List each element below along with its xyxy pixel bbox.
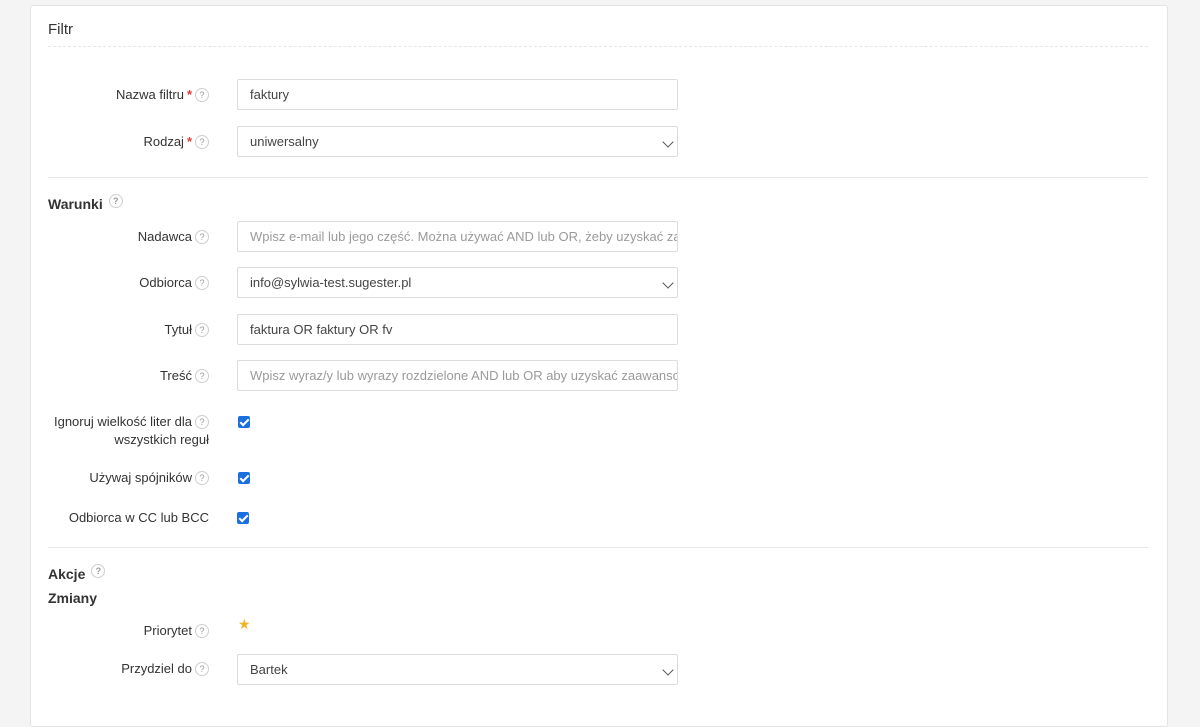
recipient-select[interactable]: info@sylwia-test.sugester.pl [237, 267, 678, 298]
assign-select-value: Bartek [250, 662, 288, 677]
priority-label-text: Priorytet [143, 623, 192, 638]
divider [48, 547, 1148, 548]
help-icon[interactable]: ? [195, 661, 209, 676]
ignore-case-label-line2: wszystkich reguł [114, 432, 209, 447]
help-icon[interactable]: ? [91, 564, 106, 579]
chevron-down-icon [657, 268, 677, 297]
assign-select[interactable]: Bartek [237, 654, 678, 685]
priority-label: Priorytet? [144, 622, 209, 640]
type-select[interactable]: uniwersalny [237, 126, 678, 157]
filter-name-label: Nazwa filtru *? [116, 86, 209, 104]
divider [48, 46, 1148, 47]
help-icon[interactable]: ? [195, 470, 209, 485]
divider [48, 177, 1148, 178]
recipient-select-value: info@sylwia-test.sugester.pl [250, 275, 412, 290]
help-icon[interactable]: ? [195, 322, 209, 337]
recipient-label: Odbiorca? [139, 274, 209, 292]
help-icon[interactable]: ? [108, 194, 123, 209]
help-icon[interactable]: ? [195, 87, 209, 102]
help-icon[interactable]: ? [195, 623, 209, 638]
recipient-label-text: Odbiorca [139, 275, 192, 290]
required-mark: * [186, 134, 192, 149]
actions-heading: Akcje? [48, 564, 106, 582]
filter-name-input[interactable]: faktury [237, 79, 678, 110]
cc-bcc-checkbox[interactable] [237, 512, 249, 524]
sender-label: Nadawca? [138, 228, 209, 246]
filter-form-card: Filtr Nazwa filtru *? faktury Rodzaj *? un… [30, 5, 1168, 727]
body-label: Treść? [160, 367, 209, 385]
chevron-down-icon [657, 127, 677, 156]
use-conjunctions-checkbox[interactable] [238, 472, 250, 484]
chevron-down-icon [657, 655, 677, 684]
required-mark: * [186, 87, 192, 102]
type-select-value: uniwersalny [250, 134, 319, 149]
assign-label: Przydziel do? [121, 660, 209, 678]
ignore-case-label-line1: Ignoruj wielkość liter dla [53, 414, 192, 429]
type-label-text: Rodzaj [143, 134, 184, 149]
changes-heading: Zmiany [48, 590, 98, 606]
help-icon[interactable]: ? [195, 134, 209, 149]
use-conjunctions-label: Używaj spójników? [89, 469, 209, 487]
ignore-case-checkbox[interactable] [238, 416, 250, 428]
sender-input[interactable]: Wpisz e-mail lub jego część. Można używa… [237, 221, 678, 252]
filter-name-label-text: Nazwa filtru [116, 87, 184, 102]
actions-title: Akcje [48, 566, 86, 582]
ignore-case-label: Ignoruj wielkość liter dla? wszystkich r… [54, 413, 209, 449]
type-label: Rodzaj *? [143, 133, 209, 151]
body-label-text: Treść [159, 368, 192, 383]
body-input[interactable]: Wpisz wyraz/y lub wyrazy rozdzielone AND… [237, 360, 678, 391]
assign-label-text: Przydziel do [121, 661, 192, 676]
subject-label: Tytuł? [165, 321, 209, 339]
cc-bcc-label: Odbiorca w CC lub BCC [69, 509, 209, 527]
help-icon[interactable]: ? [195, 229, 209, 244]
priority-star-icon[interactable]: ★ [238, 616, 251, 633]
card-title: Filtr [48, 21, 73, 38]
help-icon[interactable]: ? [195, 275, 209, 290]
use-conjunctions-label-text: Używaj spójników [89, 470, 192, 485]
subject-label-text: Tytuł [164, 322, 192, 337]
help-icon[interactable]: ? [195, 368, 209, 383]
cc-bcc-label-text: Odbiorca w CC lub BCC [68, 510, 209, 525]
subject-input[interactable]: faktura OR faktury OR fv [237, 314, 678, 345]
help-icon[interactable]: ? [195, 414, 209, 429]
sender-label-text: Nadawca [137, 229, 192, 244]
conditions-heading: Warunki? [48, 194, 123, 212]
conditions-title: Warunki [48, 196, 103, 212]
